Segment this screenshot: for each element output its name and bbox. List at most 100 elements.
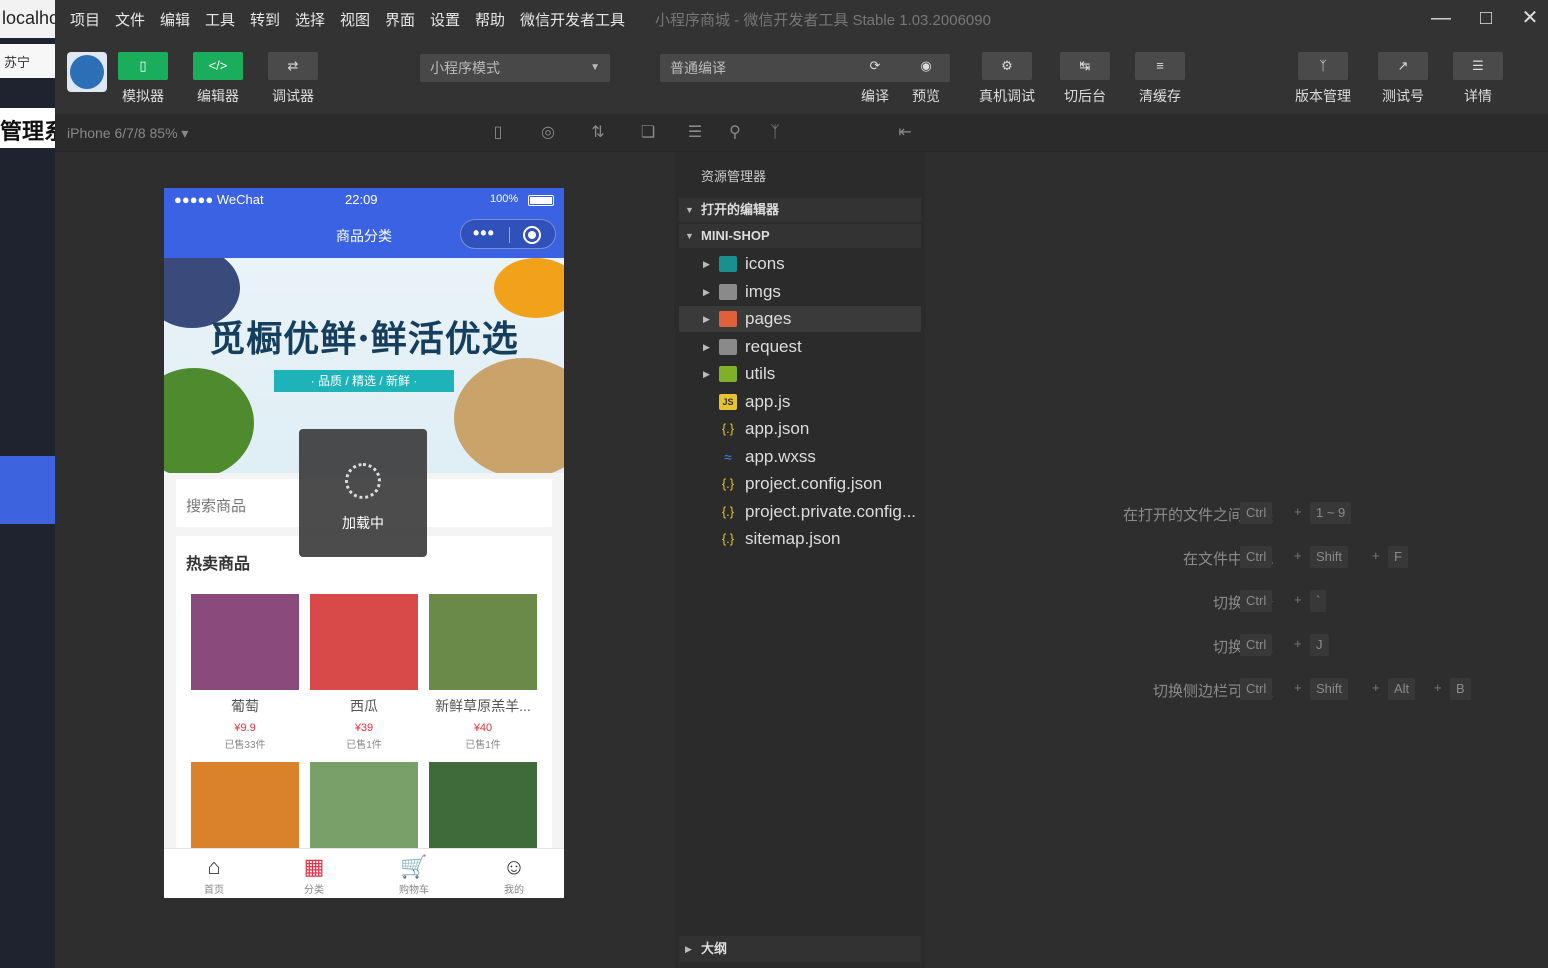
- sub-toolbar: iPhone 6/7/8 85% ▾ ▯ ◎ ⇅ ❏ ☰ ⚲ ᛉ ⇤: [55, 114, 1548, 152]
- menu-file[interactable]: 文件: [115, 9, 145, 30]
- product-card[interactable]: 葡萄 ¥9.9 已售33件: [191, 594, 299, 751]
- avatar[interactable]: [67, 52, 107, 92]
- debugger-label: 调试器: [272, 88, 314, 104]
- test-account-button[interactable]: ↗ 测试号: [1375, 52, 1431, 106]
- capsule-menu[interactable]: •••: [460, 219, 556, 249]
- menu-view[interactable]: 视图: [340, 9, 370, 30]
- product-card[interactable]: [310, 762, 418, 858]
- file-item[interactable]: ≈ app.wxss: [679, 444, 921, 470]
- orange-image: [494, 258, 564, 318]
- file-item[interactable]: {.} app.json: [679, 416, 921, 442]
- file-name: app.js: [745, 391, 791, 411]
- folder-item[interactable]: ▶ icons: [679, 251, 921, 277]
- tab-bar: ⌂ 首页 ▦ 分类 🛒 购物车 ☺ 我的: [164, 848, 564, 898]
- open-editors-section[interactable]: ▼ 打开的编辑器: [679, 198, 921, 222]
- window-icon[interactable]: ❏: [638, 123, 658, 143]
- js-file-icon: JS: [719, 393, 737, 410]
- close-icon[interactable]: ✕: [1510, 4, 1548, 32]
- carrier-label: ●●●●● WeChat: [174, 192, 264, 207]
- product-card[interactable]: [191, 762, 299, 858]
- project-section[interactable]: ▼ MINI-SHOP: [679, 224, 921, 248]
- editor-label: 编辑器: [197, 88, 239, 104]
- browser-bookmark[interactable]: 苏宁: [0, 44, 55, 78]
- tab-cart[interactable]: 🛒 购物车: [364, 853, 464, 896]
- file-item[interactable]: JS app.js: [679, 389, 921, 415]
- simulator-button[interactable]: ▯ 模拟器: [117, 52, 169, 106]
- file-name: app.json: [745, 419, 810, 438]
- debugger-button[interactable]: ⇄ 调试器: [267, 52, 319, 106]
- clear-cache-button[interactable]: ≡ 清缓存: [1131, 52, 1189, 106]
- file-name: imgs: [745, 281, 781, 301]
- preview-button[interactable]: ◉ 预览: [906, 52, 946, 106]
- list-icon[interactable]: ☰: [685, 123, 705, 143]
- minimize-icon[interactable]: —: [1421, 4, 1461, 32]
- search-icon[interactable]: ⚲: [725, 123, 745, 143]
- tab-category[interactable]: ▦ 分类: [264, 853, 364, 896]
- menu-edit[interactable]: 编辑: [160, 9, 190, 30]
- product-card[interactable]: 西瓜 ¥39 已售1件: [310, 594, 418, 751]
- section-title: 热卖商品: [186, 556, 251, 573]
- menu-project[interactable]: 项目: [70, 9, 100, 30]
- details-button[interactable]: ☰ 详情: [1450, 52, 1506, 106]
- compile-button[interactable]: ⟳ 编译: [855, 52, 895, 106]
- collapse-icon[interactable]: ⇤: [895, 123, 915, 143]
- switch-icon: ↹: [1060, 52, 1110, 80]
- background-window: localhost 苏宁 管理系: [0, 0, 55, 968]
- file-name: project.config.json: [745, 474, 883, 493]
- file-name: utils: [745, 364, 776, 383]
- browser-tab[interactable]: localhost: [0, 0, 55, 38]
- rotate-icon[interactable]: ⇅: [588, 123, 608, 143]
- menu-settings[interactable]: 设置: [430, 9, 460, 30]
- external-link-icon: ↗: [1378, 52, 1428, 80]
- mode-select[interactable]: 小程序模式 ▼: [420, 54, 610, 82]
- chevron-right-icon: ▶: [703, 341, 710, 352]
- tab-user[interactable]: ☺ 我的: [464, 853, 564, 896]
- maximize-icon[interactable]: □: [1466, 4, 1506, 32]
- file-item[interactable]: {.} project.private.config...: [679, 499, 921, 525]
- sidebar-active-item[interactable]: [0, 456, 55, 524]
- folder-item[interactable]: ▶ request: [679, 334, 921, 360]
- product-image: [429, 594, 537, 690]
- shortcut-plus: +: [1294, 504, 1302, 519]
- backend-label: 切后台: [1064, 88, 1106, 104]
- version-button[interactable]: ᛉ 版本管理: [1288, 52, 1358, 106]
- code-icon: </>: [193, 52, 243, 80]
- chevron-right-icon: ▶: [703, 286, 710, 297]
- refresh-icon: ⟳: [869, 58, 881, 73]
- file-item[interactable]: {.} project.config.json: [679, 471, 921, 497]
- record-icon[interactable]: ◎: [538, 123, 558, 143]
- branch-icon: ᛉ: [1298, 52, 1348, 80]
- shortcut-key: Shift: [1310, 678, 1349, 700]
- menu-devtools[interactable]: 微信开发者工具: [520, 9, 625, 30]
- remote-debug-button[interactable]: ⚙ 真机调试: [976, 52, 1038, 106]
- loading-toast: 加载中: [299, 429, 427, 557]
- folder-icon: [719, 338, 737, 355]
- menu-select[interactable]: 选择: [295, 9, 325, 30]
- json-file-icon: {.}: [721, 531, 735, 546]
- tab-label: 我的: [504, 885, 524, 896]
- menu-help[interactable]: 帮助: [475, 9, 505, 30]
- outline-section[interactable]: ▶ 大纲: [679, 936, 921, 962]
- close-miniprogram-icon[interactable]: [523, 226, 541, 244]
- json-file-icon: {.}: [721, 421, 735, 436]
- folder-item[interactable]: ▶ imgs: [679, 279, 921, 305]
- shortcut-key: Ctrl: [1240, 502, 1273, 524]
- editor-button[interactable]: </> 编辑器: [192, 52, 244, 106]
- device-select[interactable]: iPhone 6/7/8 85% ▾: [67, 125, 188, 142]
- product-image: [191, 594, 299, 690]
- git-icon[interactable]: ᛉ: [765, 123, 785, 143]
- device-icon[interactable]: ▯: [488, 123, 508, 143]
- file-name: project.private.config...: [745, 501, 917, 521]
- menu-goto[interactable]: 转到: [250, 9, 280, 30]
- tab-home[interactable]: ⌂ 首页: [164, 853, 264, 896]
- menu-interface[interactable]: 界面: [385, 9, 415, 30]
- product-card[interactable]: 新鲜草原羔羊... ¥40 已售1件: [429, 594, 537, 751]
- menu-tools[interactable]: 工具: [205, 9, 235, 30]
- folder-item[interactable]: ▶ pages: [679, 306, 921, 332]
- product-card[interactable]: [429, 762, 537, 858]
- file-item[interactable]: {.} sitemap.json: [679, 526, 921, 552]
- folder-item[interactable]: ▶ utils: [679, 361, 921, 387]
- shortcut-key: Ctrl: [1240, 634, 1273, 656]
- background-button[interactable]: ↹ 切后台: [1056, 52, 1114, 106]
- more-icon[interactable]: •••: [473, 223, 495, 244]
